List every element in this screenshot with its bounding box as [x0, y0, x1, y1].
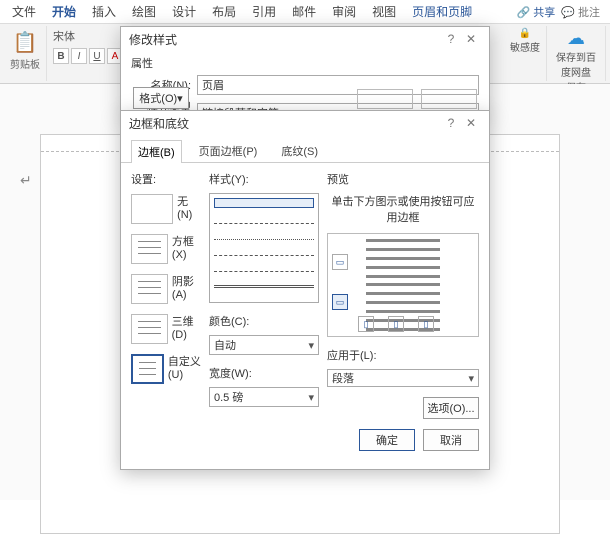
edge-top-button[interactable]: ▭: [332, 254, 348, 270]
tab-mailings[interactable]: 邮件: [284, 0, 324, 24]
dialog-titlebar[interactable]: 修改样式 ? ✕: [121, 27, 489, 51]
style-label: 样式(Y):: [209, 171, 319, 187]
style-solid[interactable]: [214, 198, 314, 208]
cancel-button[interactable]: 取消: [423, 429, 479, 451]
font-name[interactable]: 宋体: [53, 28, 75, 44]
tab-design[interactable]: 设计: [164, 0, 204, 24]
setting-none-label: 无(N): [177, 193, 201, 221]
tab-references[interactable]: 引用: [244, 0, 284, 24]
color-label: 颜色(C):: [209, 313, 319, 329]
style-dashdot[interactable]: [214, 262, 314, 272]
dlg1-ok[interactable]: [357, 89, 413, 109]
apply-label: 应用于(L):: [327, 347, 479, 363]
width-value: 0.5 磅: [214, 389, 243, 405]
section-properties: 属性: [131, 55, 479, 71]
tab-view[interactable]: 视图: [364, 0, 404, 24]
menubar: 文件 开始 插入 绘图 设计 布局 引用 邮件 审阅 视图 页眉和页脚 🔗 共享…: [0, 0, 610, 24]
tab-home[interactable]: 开始: [44, 0, 84, 24]
tab-borders[interactable]: 边框(B): [131, 140, 182, 163]
comments-button[interactable]: 💬 批注: [561, 4, 600, 20]
group-baidu: ☁保存到百度网盘 保存: [547, 26, 606, 81]
format-button[interactable]: 格式(O) ▾: [133, 87, 189, 109]
tab-header-footer[interactable]: 页眉和页脚: [404, 0, 480, 24]
style-dash2[interactable]: [214, 246, 314, 256]
tab-page-border[interactable]: 页面边框(P): [192, 139, 265, 162]
apply-select[interactable]: 段落: [327, 369, 479, 387]
setting-shadow-label: 阴影(A): [172, 273, 201, 301]
share-label: 共享: [533, 7, 555, 19]
setting-box-label: 方框(X): [172, 233, 201, 261]
style-dash1[interactable]: [214, 214, 314, 224]
preview-box[interactable]: ▭ ▭ ▯ ▯ ▯: [327, 233, 479, 337]
tab-review[interactable]: 审阅: [324, 0, 364, 24]
setting-custom-label: 自定义(U): [168, 353, 201, 381]
edge-br-button[interactable]: ▯: [418, 316, 434, 332]
preview-column: 预览 单击下方图示或使用按钮可应用边框 ▭ ▭ ▯ ▯ ▯ 应用于(L): 段落…: [327, 171, 479, 419]
help-icon[interactable]: ?: [441, 116, 461, 130]
apply-value: 段落: [332, 370, 354, 386]
tab-layout[interactable]: 布局: [204, 0, 244, 24]
help-icon[interactable]: ?: [441, 32, 461, 46]
ok-button[interactable]: 确定: [359, 429, 415, 451]
borders-shading-dialog: 边框和底纹 ? ✕ 边框(B) 页面边框(P) 底纹(S) 设置: 无(N) 方…: [120, 110, 490, 470]
width-label: 宽度(W):: [209, 365, 319, 381]
color-select[interactable]: 自动: [209, 335, 319, 355]
sensitivity-label: 敏感度: [510, 39, 540, 54]
modify-style-dialog: 修改样式 ? ✕ 属性 名称(N): 页眉 样式类型(T): 链接段落和字符 格…: [120, 26, 490, 116]
group-clipboard-label: 剪贴板: [10, 56, 40, 71]
setting-3d[interactable]: [131, 314, 168, 344]
settings-label: 设置:: [131, 171, 201, 187]
dialog2-titlebar[interactable]: 边框和底纹 ? ✕: [121, 111, 489, 135]
style-dot[interactable]: [214, 230, 314, 240]
setting-custom[interactable]: [131, 354, 164, 384]
comments-label: 批注: [578, 7, 600, 19]
edge-bm-button[interactable]: ▯: [388, 316, 404, 332]
width-select[interactable]: 0.5 磅: [209, 387, 319, 407]
tab-insert[interactable]: 插入: [84, 0, 124, 24]
share-button[interactable]: 🔗 共享: [516, 4, 555, 20]
edge-middle-button[interactable]: ▭: [332, 294, 348, 310]
name-value: 页眉: [202, 77, 224, 93]
setting-none[interactable]: [131, 194, 173, 224]
style-column: 样式(Y): 颜色(C): 自动 宽度(W): 0.5 磅: [209, 171, 319, 419]
group-sensitivity: 🔒敏感度: [504, 26, 547, 81]
close-icon[interactable]: ✕: [461, 32, 481, 46]
preview-label: 预览: [327, 171, 479, 187]
paste-icon[interactable]: 📋: [13, 28, 37, 56]
tab-shading[interactable]: 底纹(S): [274, 139, 325, 162]
setting-shadow[interactable]: [131, 274, 168, 304]
group-font: 宋体 B I U A: [47, 26, 130, 81]
underline-button[interactable]: U: [89, 48, 105, 64]
settings-column: 设置: 无(N) 方框(X) 阴影(A) 三维(D) 自定义(U): [131, 171, 201, 419]
format-label: 格式(O): [139, 90, 177, 106]
color-value: 自动: [214, 337, 236, 353]
bold-button[interactable]: B: [53, 48, 69, 64]
tab-draw[interactable]: 绘图: [124, 0, 164, 24]
style-list[interactable]: [209, 193, 319, 303]
dialog-title: 修改样式: [129, 31, 177, 48]
edge-bl-button[interactable]: ▯: [358, 316, 374, 332]
preview-hint: 单击下方图示或使用按钮可应用边框: [327, 193, 479, 225]
tab-file[interactable]: 文件: [4, 0, 44, 24]
sensitivity-icon[interactable]: 🔒: [519, 28, 531, 39]
dlg1-cancel[interactable]: [421, 89, 477, 109]
baidu-label: 保存到百度网盘: [553, 49, 599, 79]
paragraph-mark-icon: ↵: [20, 172, 32, 189]
dialog-tabs: 边框(B) 页面边框(P) 底纹(S): [121, 135, 489, 163]
dialog2-title: 边框和底纹: [129, 115, 189, 132]
setting-3d-label: 三维(D): [172, 313, 201, 341]
options-button[interactable]: 选项(O)...: [423, 397, 479, 419]
cloud-icon[interactable]: ☁: [567, 28, 585, 49]
italic-button[interactable]: I: [71, 48, 87, 64]
close-icon[interactable]: ✕: [461, 116, 481, 130]
group-clipboard: 📋 剪贴板: [4, 26, 47, 81]
setting-box[interactable]: [131, 234, 168, 264]
style-double[interactable]: [214, 278, 314, 288]
